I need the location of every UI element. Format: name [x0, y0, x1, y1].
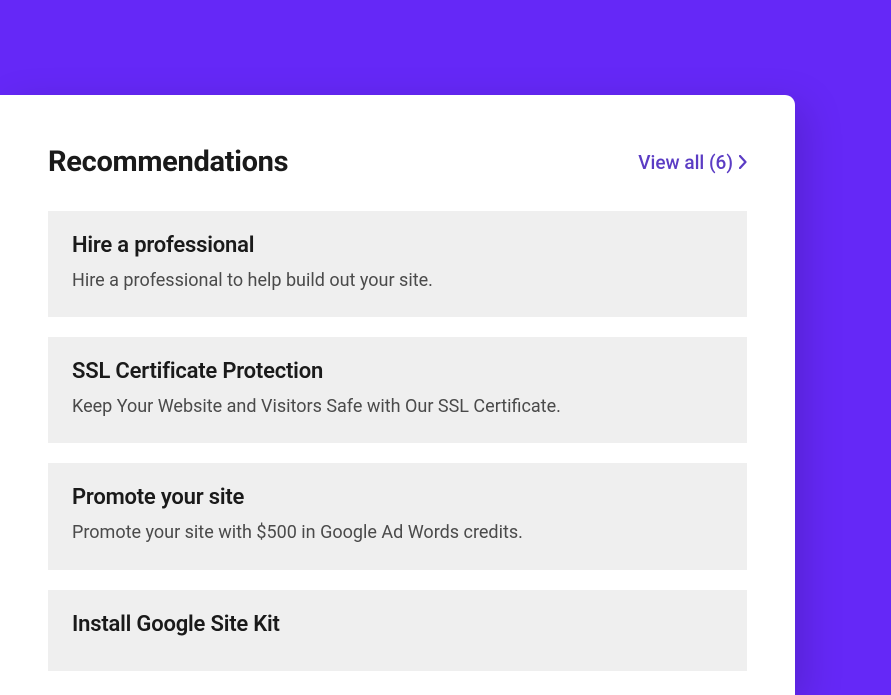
recommendations-panel: Recommendations View all (6) Hire a prof…	[0, 95, 795, 695]
recommendation-card[interactable]: SSL Certificate Protection Keep Your Web…	[48, 337, 747, 443]
panel-title: Recommendations	[48, 145, 288, 179]
recommendation-card[interactable]: Hire a professional Hire a professional …	[48, 211, 747, 317]
view-all-label: View all (6)	[638, 151, 733, 174]
recommendation-card[interactable]: Promote your site Promote your site with…	[48, 463, 747, 569]
card-title: SSL Certificate Protection	[72, 359, 723, 384]
card-description: Promote your site with $500 in Google Ad…	[72, 520, 723, 545]
card-description: Hire a professional to help build out yo…	[72, 268, 723, 293]
recommendation-card[interactable]: Install Google Site Kit	[48, 590, 747, 671]
chevron-right-icon	[739, 155, 747, 169]
card-description: Keep Your Website and Visitors Safe with…	[72, 394, 723, 419]
panel-header: Recommendations View all (6)	[48, 145, 747, 179]
view-all-link[interactable]: View all (6)	[638, 151, 747, 174]
card-title: Promote your site	[72, 485, 723, 510]
card-title: Hire a professional	[72, 233, 723, 258]
card-title: Install Google Site Kit	[72, 612, 723, 637]
